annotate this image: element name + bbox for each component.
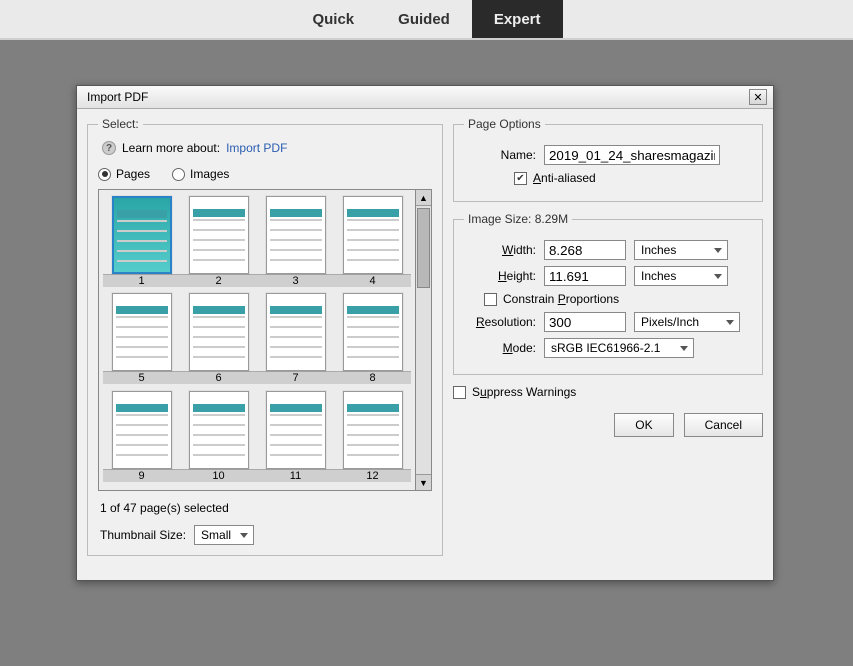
thumbnail-1[interactable]: 1 bbox=[103, 194, 180, 291]
thumbnail-7[interactable]: 7 bbox=[257, 291, 334, 388]
select-group: Select: ? Learn more about: Import PDF P… bbox=[87, 117, 443, 556]
resolution-unit-select[interactable]: Pixels/Inch bbox=[634, 312, 740, 332]
tab-quick[interactable]: Quick bbox=[290, 0, 376, 38]
thumbnail-number: 2 bbox=[180, 274, 257, 287]
learn-label: Learn more about: bbox=[122, 141, 220, 155]
width-input[interactable] bbox=[544, 240, 626, 260]
thumbnail-number: 1 bbox=[103, 274, 180, 287]
height-unit-select[interactable]: Inches bbox=[634, 266, 728, 286]
select-legend: Select: bbox=[98, 117, 143, 131]
thumbnail-3[interactable]: 3 bbox=[257, 194, 334, 291]
thumbnail-number: 7 bbox=[257, 371, 334, 384]
mode-tabs: Quick Guided Expert bbox=[0, 0, 853, 40]
antialiased-label: Anti-aliased bbox=[533, 171, 596, 185]
thumbnail-number: 9 bbox=[103, 469, 180, 482]
radio-pages[interactable]: Pages bbox=[98, 167, 150, 181]
ok-button[interactable]: OK bbox=[614, 413, 673, 437]
close-button[interactable]: ✕ bbox=[749, 89, 767, 105]
thumbnail-number: 4 bbox=[334, 274, 411, 287]
thumbnail-5[interactable]: 5 bbox=[103, 291, 180, 388]
selection-status: 1 of 47 page(s) selected bbox=[100, 501, 432, 515]
thumbnail-4[interactable]: 4 bbox=[334, 194, 411, 291]
thumbnail-11[interactable]: 11 bbox=[257, 389, 334, 486]
import-pdf-dialog: Import PDF ✕ Select: ? Learn more about:… bbox=[76, 85, 774, 581]
thumbnail-number: 11 bbox=[257, 469, 334, 482]
constrain-label: Constrain Proportions bbox=[503, 292, 619, 306]
image-size-group: Image Size: 8.29M Width: Inches Height: … bbox=[453, 212, 763, 375]
thumbnail-12[interactable]: 12 bbox=[334, 389, 411, 486]
thumbnail-number: 12 bbox=[334, 469, 411, 482]
width-unit-select[interactable]: Inches bbox=[634, 240, 728, 260]
constrain-checkbox[interactable] bbox=[484, 293, 497, 306]
mode-select[interactable]: sRGB IEC61966-2.1 bbox=[544, 338, 694, 358]
thumbnail-number: 3 bbox=[257, 274, 334, 287]
thumbnail-2[interactable]: 2 bbox=[180, 194, 257, 291]
suppress-checkbox[interactable] bbox=[453, 386, 466, 399]
thumbnail-size-label: Thumbnail Size: bbox=[100, 528, 186, 542]
height-input[interactable] bbox=[544, 266, 626, 286]
learn-link[interactable]: Import PDF bbox=[226, 141, 287, 155]
antialiased-checkbox[interactable] bbox=[514, 172, 527, 185]
tab-guided[interactable]: Guided bbox=[376, 0, 472, 38]
resolution-label: Resolution: bbox=[464, 315, 536, 329]
radio-images[interactable]: Images bbox=[172, 167, 229, 181]
name-label: Name: bbox=[464, 148, 536, 162]
suppress-label: Suppress Warnings bbox=[472, 385, 576, 399]
dialog-titlebar: Import PDF ✕ bbox=[77, 86, 773, 109]
thumbnail-grid[interactable]: 123456789101112 bbox=[99, 190, 415, 490]
height-label: Height: bbox=[464, 269, 536, 283]
page-options-group: Page Options Name: Anti-aliased bbox=[453, 117, 763, 202]
thumbnail-8[interactable]: 8 bbox=[334, 291, 411, 388]
thumbnail-number: 8 bbox=[334, 371, 411, 384]
close-icon: ✕ bbox=[753, 91, 762, 104]
name-input[interactable] bbox=[544, 145, 720, 165]
thumbnail-number: 6 bbox=[180, 371, 257, 384]
help-icon[interactable]: ? bbox=[102, 141, 116, 155]
scroll-down-button[interactable]: ▼ bbox=[416, 474, 431, 490]
tab-expert[interactable]: Expert bbox=[472, 0, 563, 38]
mode-label: Mode: bbox=[464, 341, 536, 355]
radio-pages-label: Pages bbox=[116, 167, 150, 181]
radio-pages-indicator bbox=[98, 168, 111, 181]
dialog-title: Import PDF bbox=[87, 90, 148, 104]
thumbnail-10[interactable]: 10 bbox=[180, 389, 257, 486]
thumbnail-size-select[interactable]: Small bbox=[194, 525, 254, 545]
radio-images-label: Images bbox=[190, 167, 229, 181]
scroll-handle[interactable] bbox=[417, 208, 430, 288]
image-size-legend: Image Size: 8.29M bbox=[464, 212, 572, 226]
thumbnail-number: 10 bbox=[180, 469, 257, 482]
cancel-button[interactable]: Cancel bbox=[684, 413, 763, 437]
thumbnail-scrollbar[interactable]: ▲ ▼ bbox=[415, 190, 431, 490]
page-options-legend: Page Options bbox=[464, 117, 545, 131]
thumbnail-number: 5 bbox=[103, 371, 180, 384]
resolution-input[interactable] bbox=[544, 312, 626, 332]
radio-images-indicator bbox=[172, 168, 185, 181]
width-label: Width: bbox=[464, 243, 536, 257]
thumbnail-9[interactable]: 9 bbox=[103, 389, 180, 486]
thumbnail-6[interactable]: 6 bbox=[180, 291, 257, 388]
scroll-up-button[interactable]: ▲ bbox=[416, 190, 431, 206]
